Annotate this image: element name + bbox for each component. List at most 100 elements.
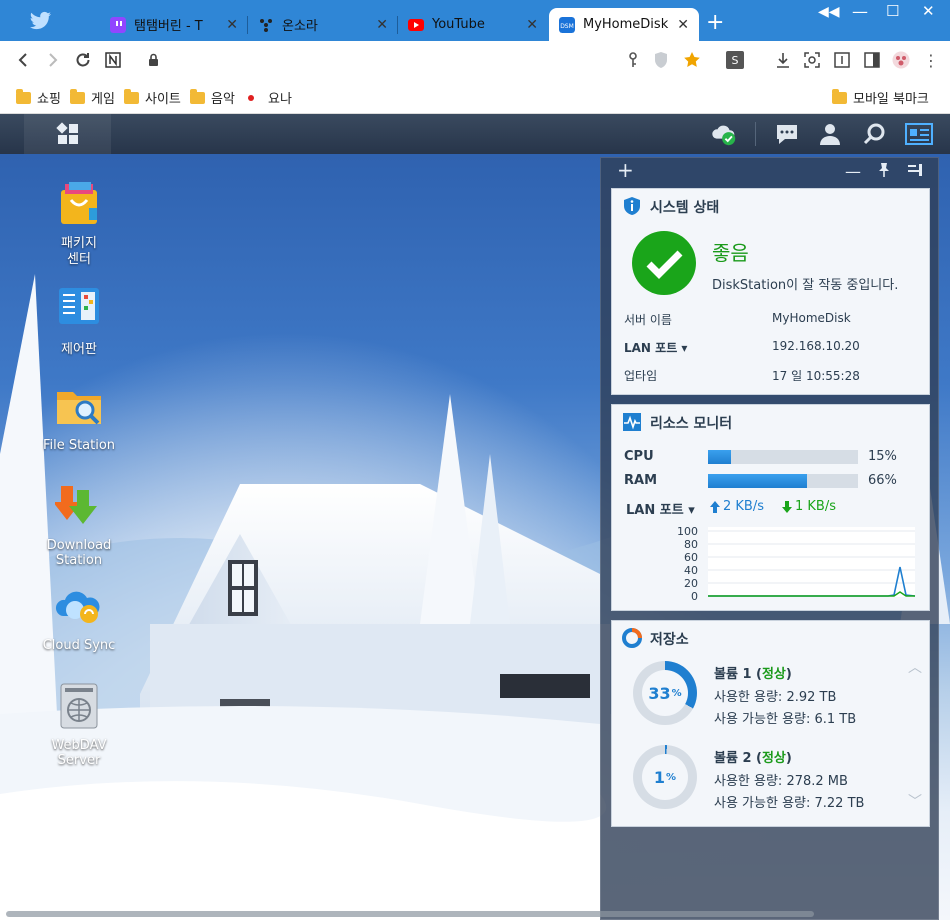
- chart-tick-label: 100: [677, 525, 698, 538]
- user-icon[interactable]: [816, 120, 844, 148]
- main-menu-button[interactable]: [24, 114, 111, 154]
- chevron-up-icon[interactable]: ︿: [908, 657, 922, 677]
- notion-icon[interactable]: [102, 49, 124, 71]
- bookmark-yona[interactable]: 요나: [248, 88, 292, 107]
- forward-button[interactable]: [42, 49, 64, 71]
- cpu-usage-bar: [708, 450, 858, 464]
- panel-menu-icon[interactable]: [907, 162, 923, 181]
- close-icon[interactable]: ✕: [376, 17, 388, 33]
- webdav-server-icon: [60, 683, 98, 729]
- notification-icon[interactable]: [773, 120, 801, 148]
- app-label: 제어판: [61, 342, 97, 357]
- sidebar-icon[interactable]: [861, 49, 883, 71]
- widgets-icon[interactable]: [904, 120, 934, 148]
- chart-plot-area: [708, 527, 915, 597]
- folder-icon: [190, 88, 205, 104]
- minimize-panel-button[interactable]: —: [845, 162, 861, 181]
- bookmark-music[interactable]: 음악: [190, 88, 235, 107]
- new-tab-button[interactable]: +: [706, 10, 724, 35]
- bookmark-label: 사이트: [145, 92, 181, 107]
- server-name-value: MyHomeDisk: [772, 311, 851, 325]
- bookmark-label: 게임: [91, 92, 115, 107]
- red-dot-icon: [248, 94, 254, 101]
- close-icon[interactable]: ✕: [526, 17, 538, 33]
- pin-icon[interactable]: [877, 162, 891, 182]
- lan-port-dropdown[interactable]: LAN 포트 ▾: [624, 339, 687, 356]
- download-arrow-icon: [782, 500, 792, 513]
- volume-2-percent: 1%: [642, 754, 688, 800]
- desktop-app-file-station[interactable]: File Station: [29, 382, 129, 453]
- bookmarks-bar: 쇼핑 게임 사이트 음악 요나 모바일 북마크: [0, 80, 950, 114]
- volume-percent-value: 1: [653, 767, 666, 787]
- volume-percent-value: 33: [648, 683, 671, 703]
- desktop-app-package-center[interactable]: 패키지 센터: [29, 180, 129, 268]
- reload-icon: [76, 53, 90, 67]
- tab-tamtam[interactable]: 탬탬버린 - T ✕: [100, 8, 248, 41]
- tab-title: MyHomeDisk: [583, 17, 669, 32]
- chart-tick-label: 60: [684, 551, 698, 564]
- package-center-icon: [61, 182, 97, 224]
- reload-button[interactable]: [72, 49, 94, 71]
- cloud-status-icon[interactable]: [710, 120, 738, 148]
- volume-2-usage-ring: 1%: [633, 745, 697, 809]
- close-icon[interactable]: ✕: [226, 17, 238, 33]
- volume-state: 정상: [761, 751, 786, 766]
- bookmark-game[interactable]: 게임: [70, 88, 115, 107]
- onsora-icon: [260, 18, 272, 32]
- back-button[interactable]: [12, 49, 34, 71]
- tab-onsora[interactable]: 온소라 ✕: [248, 8, 398, 41]
- twitch-icon: [110, 16, 126, 33]
- search-icon[interactable]: [860, 120, 888, 148]
- network-traffic-chart: 100 80 60 40 20 0: [677, 525, 916, 603]
- forward-arrow-icon: [49, 53, 58, 67]
- chevron-down-icon[interactable]: ﹀: [908, 791, 922, 811]
- bookmark-shopping[interactable]: 쇼핑: [16, 88, 61, 107]
- tab-youtube[interactable]: YouTube ✕: [398, 8, 548, 41]
- chart-tick-label: 20: [684, 577, 698, 590]
- volume-2-free: 사용 가능한 용량: 7.22 TB: [714, 796, 865, 811]
- screenshot-icon[interactable]: [801, 49, 823, 71]
- browser-toolbar: S ⋮: [0, 41, 950, 80]
- info-shield-icon: [624, 197, 640, 215]
- media-control-icon[interactable]: ◀︎◀︎: [818, 4, 840, 20]
- volume-1-usage-ring: 33%: [633, 661, 697, 725]
- youtube-icon: [408, 18, 424, 31]
- desktop-app-webdav-server[interactable]: WebDAV Server: [29, 682, 129, 768]
- more-menu-icon[interactable]: ⋮: [920, 49, 942, 71]
- minimize-button[interactable]: —: [852, 2, 868, 21]
- widget-title: 저장소: [650, 632, 689, 648]
- bookmark-sites[interactable]: 사이트: [124, 88, 181, 107]
- maximize-button[interactable]: ☐: [886, 2, 899, 20]
- tab-myhomedisk[interactable]: DSM MyHomeDisk ✕: [549, 8, 699, 41]
- profile-avatar[interactable]: [890, 49, 912, 71]
- folder-icon: [832, 88, 847, 104]
- control-panel-icon: [59, 288, 99, 324]
- dsm-icon: DSM: [559, 16, 575, 33]
- add-widget-button[interactable]: +: [617, 158, 634, 182]
- download-rate-value: 1 KB/s: [795, 499, 836, 514]
- upload-rate: 2 KB/s: [710, 499, 764, 514]
- close-icon[interactable]: ✕: [677, 17, 689, 33]
- shield-extension-icon[interactable]: [650, 49, 672, 71]
- desktop-app-download-station[interactable]: Download Station: [29, 482, 129, 568]
- download-icon[interactable]: [772, 49, 794, 71]
- close-window-button[interactable]: ✕: [922, 2, 935, 20]
- bookmark-label: 모바일 북마크: [853, 92, 929, 107]
- browser-tab-strip: 탬탬버린 - T ✕ 온소라 ✕ YouTube ✕ DSM MyHomeDis…: [0, 0, 950, 41]
- desktop-app-cloud-sync[interactable]: Cloud Sync: [29, 582, 129, 653]
- download-station-icon: [53, 486, 97, 524]
- app-label: Cloud Sync: [42, 638, 116, 653]
- desktop-app-control-panel[interactable]: 제어판: [29, 282, 129, 357]
- key-icon[interactable]: [622, 49, 644, 71]
- ram-label: RAM: [624, 473, 658, 488]
- reader-mode-icon[interactable]: [831, 49, 853, 71]
- volume-1-title: 볼륨 1 (정상): [714, 667, 792, 682]
- s-extension-icon[interactable]: S: [726, 51, 744, 69]
- ram-percent: 66%: [868, 473, 897, 488]
- chart-tick-label: 80: [684, 538, 698, 551]
- bookmark-star-icon[interactable]: [681, 49, 703, 71]
- address-bar[interactable]: [138, 45, 624, 76]
- mobile-bookmarks[interactable]: 모바일 북마크: [832, 88, 929, 107]
- lan-port-selector[interactable]: LAN 포트 ▾: [626, 499, 695, 518]
- horizontal-scrollbar[interactable]: [6, 911, 814, 917]
